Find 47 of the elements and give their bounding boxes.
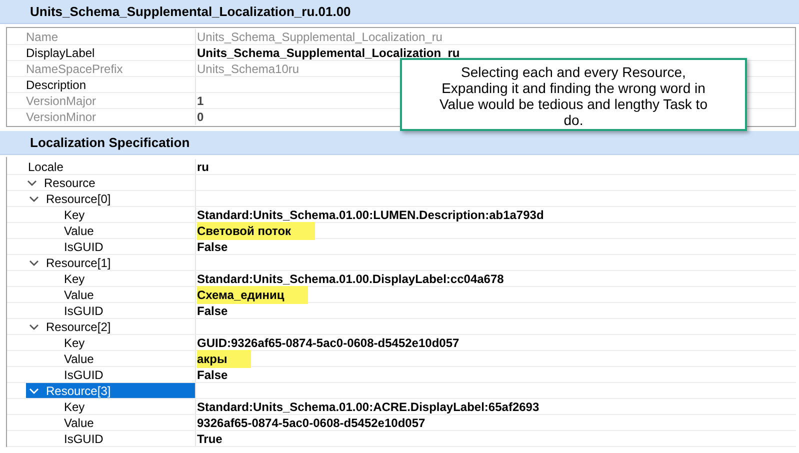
tree-value[interactable]: Standard:Units_Schema.01.00:ACRE.DisplayLabel:65af2693: [197, 398, 540, 416]
property-label: VersionMinor: [26, 109, 96, 126]
property-label: Description: [26, 76, 86, 94]
tree-row[interactable]: Key: [26, 271, 196, 286]
tree-row[interactable]: IsGUID: [26, 367, 196, 382]
property-label: VersionMajor: [26, 92, 96, 110]
tree-value[interactable]: False: [197, 366, 228, 384]
tree-value[interactable]: ru: [197, 158, 209, 176]
schema-title: Units_Schema_Supplemental_Localization_ru.01.00: [30, 2, 351, 21]
tree-value[interactable]: False: [197, 238, 228, 256]
section-title: Localization Specification: [30, 134, 190, 152]
chevron-down-icon[interactable]: [28, 386, 40, 396]
chevron-down-icon[interactable]: [26, 178, 38, 188]
tree-value[interactable]: 9326af65-0874-5ac0-0608-d5452e10d057: [197, 414, 426, 432]
property-label: Name: [26, 28, 58, 46]
tree-row[interactable]: IsGUID: [26, 431, 196, 446]
tree-row[interactable]: Value: [26, 287, 196, 302]
tree-row[interactable]: IsGUID: [26, 303, 196, 318]
tree-row[interactable]: Key: [26, 399, 196, 414]
tree-row[interactable]: Value: [26, 351, 196, 366]
tree-value[interactable]: Standard:Units_Schema.01.00.DisplayLabel:cc04a678: [197, 270, 504, 288]
tree-value[interactable]: GUID:9326af65-0874-5ac0-0608-d5452e10d057: [197, 334, 460, 352]
chevron-down-icon[interactable]: [28, 194, 40, 204]
tree-row[interactable]: Resource[2]: [26, 319, 196, 334]
tree-value[interactable]: False: [197, 302, 228, 320]
tree-row[interactable]: Value: [26, 223, 196, 238]
tree-row[interactable]: Resource: [26, 175, 196, 190]
callout-note: Selecting each and every Resource, Expanding it and finding the wrong word in Value would be tedious and lengthy Task to do.: [400, 58, 747, 131]
property-value[interactable]: 1: [197, 92, 204, 110]
tree-row[interactable]: Key: [26, 335, 196, 350]
tree-value[interactable]: Световой поток: [197, 222, 316, 240]
tree-value[interactable]: Standard:Units_Schema.01.00:LUMEN.Description:ab1a793d: [197, 206, 544, 224]
property-label: DisplayLabel: [26, 44, 95, 62]
tree-value[interactable]: акры: [197, 350, 252, 368]
tree-row[interactable]: Locale: [26, 159, 196, 174]
tree-value[interactable]: Схема_единиц: [197, 286, 308, 304]
tree-row[interactable]: Resource[1]: [26, 255, 196, 270]
property-label: NameSpacePrefix: [26, 60, 123, 78]
chevron-down-icon[interactable]: [28, 258, 40, 268]
property-value[interactable]: 0: [197, 108, 204, 126]
tree-row[interactable]: Resource[3]: [26, 383, 196, 398]
tree-value[interactable]: True: [197, 430, 222, 448]
tree-row[interactable]: Key: [26, 207, 196, 222]
chevron-down-icon[interactable]: [28, 322, 40, 332]
tree-row[interactable]: Resource[0]: [26, 191, 196, 206]
tree-row[interactable]: IsGUID: [26, 239, 196, 254]
tree-row[interactable]: Value: [26, 415, 196, 430]
